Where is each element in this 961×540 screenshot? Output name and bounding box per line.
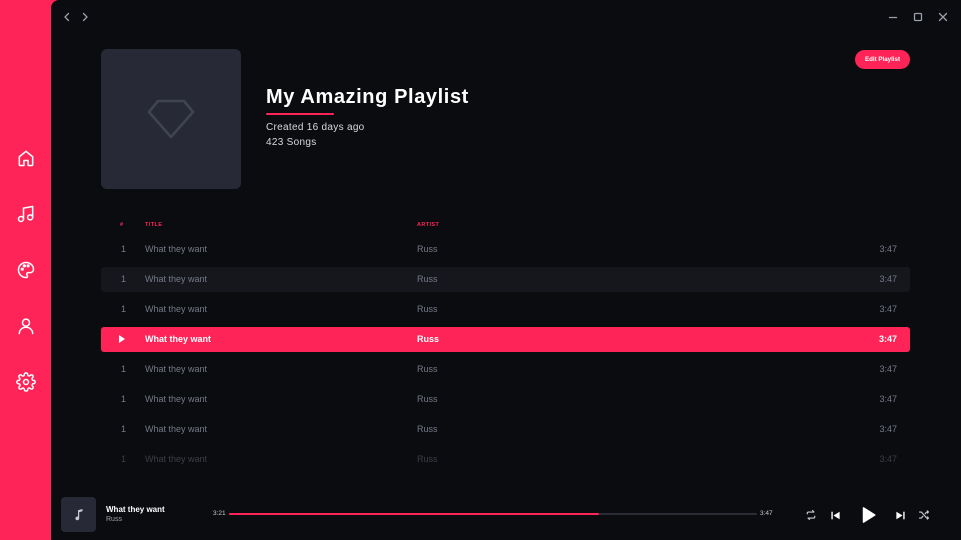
- maximize-icon[interactable]: [910, 9, 926, 25]
- row-title: What they want: [145, 304, 208, 314]
- app-window: My Amazing Playlist Created 16 days ago …: [0, 0, 961, 540]
- chevron-left-icon[interactable]: [59, 9, 75, 25]
- close-icon[interactable]: [935, 9, 951, 25]
- repeat-icon[interactable]: [803, 507, 819, 523]
- row-title: What they want: [145, 424, 208, 434]
- row-title: What they want: [145, 454, 208, 464]
- column-header-artist[interactable]: ARTIST: [417, 222, 439, 228]
- table-row[interactable]: 1 What they want Russ 3:47: [101, 387, 910, 412]
- row-title: What they want: [145, 394, 208, 404]
- minimize-icon[interactable]: [885, 9, 901, 25]
- table-row-playing[interactable]: What they want Russ 3:47: [101, 327, 910, 352]
- row-number: 1: [121, 304, 127, 314]
- row-duration: 3:47: [879, 274, 897, 284]
- now-playing-thumbnail[interactable]: [61, 497, 96, 532]
- table-row[interactable]: 1 What they want Russ 3:47: [101, 447, 910, 472]
- column-header-number: #: [120, 222, 124, 228]
- row-duration: 3:47: [879, 454, 897, 464]
- skip-back-icon[interactable]: [827, 507, 843, 523]
- row-artist[interactable]: Russ: [417, 304, 438, 314]
- row-artist[interactable]: Russ: [417, 424, 438, 434]
- sidebar: [0, 0, 51, 540]
- row-artist[interactable]: Russ: [417, 394, 438, 404]
- table-row[interactable]: 1 What they want Russ 3:47: [101, 237, 910, 262]
- title-underline: [266, 113, 334, 115]
- table-row[interactable]: 1 What they want Russ 3:47: [101, 357, 910, 382]
- gear-icon[interactable]: [14, 370, 38, 394]
- row-number: 1: [121, 394, 127, 404]
- table-row[interactable]: 1 What they want Russ 3:47: [101, 417, 910, 442]
- row-number: 1: [121, 454, 127, 464]
- playlist-cover: [101, 49, 241, 189]
- row-artist[interactable]: Russ: [417, 244, 438, 254]
- play-icon: [119, 335, 125, 343]
- playlist-created: Created 16 days ago: [266, 122, 365, 133]
- home-icon[interactable]: [14, 146, 38, 170]
- row-title: What they want: [145, 334, 212, 344]
- row-duration: 3:47: [878, 334, 897, 344]
- music-icon[interactable]: [14, 202, 38, 226]
- total-time: 3:47: [760, 510, 773, 517]
- play-icon[interactable]: [856, 503, 880, 527]
- progress-bar[interactable]: [229, 513, 757, 515]
- playlist-title: My Amazing Playlist: [266, 86, 469, 108]
- elapsed-time: 3:21: [213, 510, 226, 517]
- table-row[interactable]: 1 What they want Russ 3:47: [101, 297, 910, 322]
- row-duration: 3:47: [879, 244, 897, 254]
- music-note-icon: [74, 508, 82, 520]
- row-artist[interactable]: Russ: [417, 274, 438, 284]
- row-title: What they want: [145, 364, 208, 374]
- progress-fill: [229, 513, 599, 515]
- row-title: What they want: [145, 274, 208, 284]
- palette-icon[interactable]: [14, 258, 38, 282]
- column-header-title[interactable]: TITLE: [145, 222, 162, 228]
- diamond-icon: [147, 99, 195, 139]
- row-artist[interactable]: Russ: [417, 364, 438, 374]
- row-artist[interactable]: Russ: [417, 454, 438, 464]
- row-duration: 3:47: [879, 364, 897, 374]
- row-duration: 3:47: [879, 394, 897, 404]
- row-duration: 3:47: [879, 424, 897, 434]
- row-number: 1: [121, 274, 127, 284]
- row-number: 1: [121, 244, 127, 254]
- now-playing-title[interactable]: What they want: [106, 505, 165, 514]
- row-duration: 3:47: [879, 304, 897, 314]
- edit-playlist-button[interactable]: Edit Playlist: [855, 50, 910, 69]
- row-number: 1: [121, 424, 127, 434]
- playlist-song-count: 423 Songs: [266, 137, 317, 148]
- shuffle-icon[interactable]: [916, 507, 932, 523]
- row-title: What they want: [145, 244, 208, 254]
- skip-forward-icon[interactable]: [892, 507, 908, 523]
- now-playing-artist[interactable]: Russ: [106, 516, 122, 523]
- main-panel: My Amazing Playlist Created 16 days ago …: [51, 0, 961, 540]
- user-icon[interactable]: [14, 314, 38, 338]
- row-number: 1: [121, 364, 127, 374]
- row-artist[interactable]: Russ: [417, 334, 439, 344]
- chevron-right-icon[interactable]: [77, 9, 93, 25]
- table-row[interactable]: 1 What they want Russ 3:47: [101, 267, 910, 292]
